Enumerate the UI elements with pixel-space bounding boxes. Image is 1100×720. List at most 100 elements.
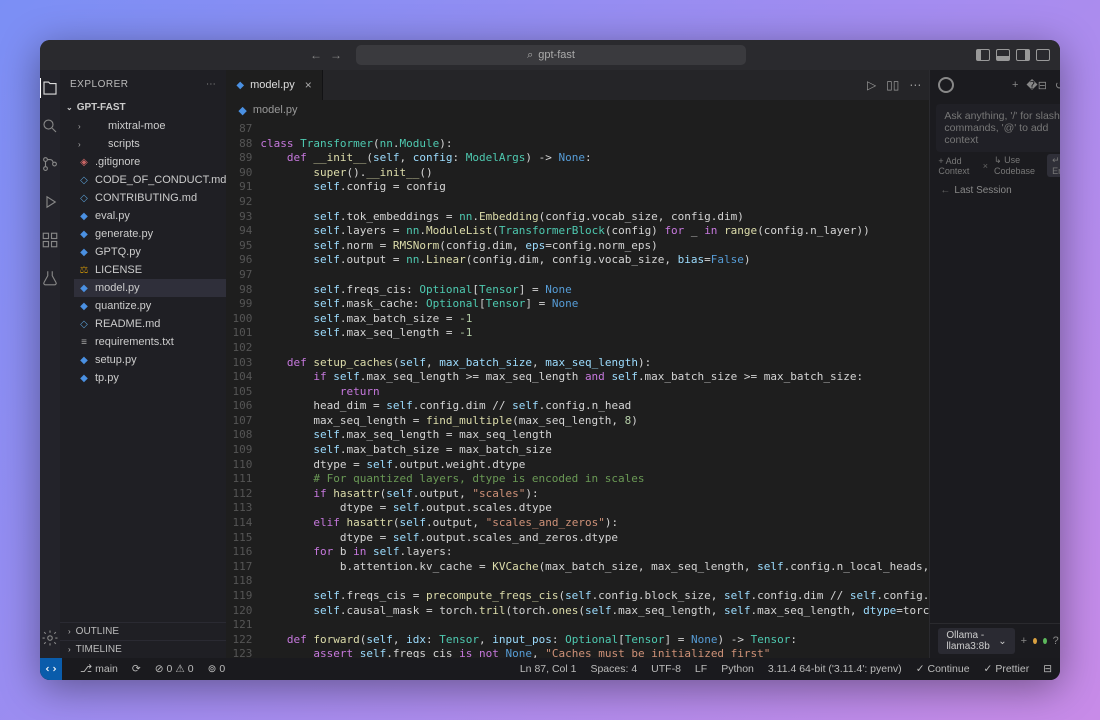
continue-status[interactable]: Continue [916,663,970,675]
file-item[interactable]: ◇CODE_OF_CONDUCT.md [74,171,226,189]
toggle-sidebar-icon[interactable] [976,49,990,61]
item-label: generate.py [95,228,153,240]
toggle-panel-icon[interactable] [996,49,1010,61]
enter-hint: ↵ Enter [1047,154,1060,177]
notifications-icon[interactable]: ⊟ [1043,663,1052,675]
close-tab-icon[interactable]: × [305,78,312,92]
explorer-sidebar: EXPLORER ⋯ ⌄ GPT-FAST ›mixtral-moe›scrip… [60,70,226,658]
more-actions-icon[interactable]: ⋯ [909,78,921,92]
item-label: eval.py [95,210,130,222]
eol[interactable]: LF [695,663,707,675]
status-bar: ⎇main ⟳ ⊘0 ⚠0 ⊚0 Ln 87, Col 1 Spaces: 4 … [40,658,1060,680]
explorer-icon[interactable] [40,78,59,98]
git-branch[interactable]: ⎇main [80,663,118,675]
run-icon[interactable]: ▷ [867,78,876,92]
chat-input[interactable]: Ask anything, '/' for slash commands, '@… [936,104,1060,152]
close-hint-icon: × [983,161,988,171]
file-item[interactable]: ≡requirements.txt [74,333,226,351]
file-item[interactable]: ◆ GPTQ.py [74,243,226,261]
chevron-right-icon: › [78,140,86,149]
add-context-button[interactable]: + Add Context [938,156,976,176]
last-session-link[interactable]: ←Last Session [930,179,1060,202]
search-icon: ⌕ [527,49,533,62]
item-label: model.py [95,282,140,294]
file-icon: ◆ [78,373,90,384]
file-item[interactable]: ◇CONTRIBUTING.md [74,189,226,207]
cursor-position[interactable]: Ln 87, Col 1 [520,663,577,675]
activity-bar [40,70,60,658]
chevron-right-icon: › [78,122,86,131]
sidebar-section-timeline[interactable]: ›TIMELINE [60,640,226,658]
sidebar-section-outline[interactable]: ›OUTLINE [60,622,226,640]
settings-gear-icon[interactable] [40,628,60,648]
source-control-icon[interactable] [40,154,60,174]
use-codebase-button[interactable]: ↳ Use Codebase [994,155,1041,176]
file-tree: ›mixtral-moe›scripts ◈ .gitignore ◇CODE_OF_… [60,116,226,393]
file-icon: ◈ [78,157,90,168]
extensions-icon[interactable] [40,230,60,250]
file-item[interactable]: ◇README.md [74,315,226,333]
editor-area: ◆ model.py × ▷ ▯▯ ⋯ ◆ model.py 87 88 89 … [226,70,929,658]
python-file-icon: ◆ [236,80,244,91]
model-selector[interactable]: Ollama - llama3:8b ⌄ [938,628,1014,654]
item-label: requirements.txt [95,336,174,348]
new-chat-icon[interactable]: + [1012,79,1018,92]
chat-logo-icon [938,77,954,93]
file-item[interactable]: ◆quantize.py [74,297,226,315]
folder-item[interactable]: ›scripts [74,135,226,153]
encoding[interactable]: UTF-8 [651,663,681,675]
python-interpreter[interactable]: 3.11.4 64-bit ('3.11.4': pyenv) [768,663,902,675]
sync-button[interactable]: ⟳ [132,663,141,675]
item-label: CONTRIBUTING.md [95,192,197,204]
warning-icon: ⚠ [175,663,184,675]
breadcrumb[interactable]: ◆ model.py [226,100,929,120]
file-item[interactable]: ◆ tp.py [74,369,226,387]
tab-label: model.py [250,79,295,91]
file-icon: ◆ [78,301,90,312]
indentation[interactable]: Spaces: 4 [590,663,637,675]
chat-history-icon[interactable]: ↺ [1055,79,1060,92]
breadcrumb-label: model.py [253,104,298,116]
code-content[interactable]: class Transformer(nn.Module): def __init… [260,120,929,658]
chat-settings-icon[interactable]: �⊟ [1026,79,1047,92]
item-label: LICENSE [95,264,142,276]
ports-indicator[interactable]: ⊚0 [208,663,226,675]
search-activity-icon[interactable] [40,116,60,136]
file-icon: ◆ [78,355,90,366]
sidebar-root-folder[interactable]: ⌄ GPT-FAST [60,98,226,116]
file-item[interactable]: ◆model.py [74,279,226,297]
item-label: README.md [95,318,160,330]
problems-indicator[interactable]: ⊘0 ⚠0 [155,663,194,675]
file-item[interactable]: ⚖LICENSE [74,261,226,279]
file-item[interactable]: ◈ .gitignore [74,153,226,171]
add-model-icon[interactable]: + [1021,635,1027,647]
file-icon: ◆ [78,247,90,258]
branch-icon: ⎇ [80,663,92,675]
item-label: .gitignore [95,156,140,168]
folder-item[interactable]: ›mixtral-moe [74,117,226,135]
customize-layout-icon[interactable] [1036,49,1050,61]
toggle-secondary-sidebar-icon[interactable] [1016,49,1030,61]
remote-indicator[interactable] [40,658,62,680]
prettier-status[interactable]: Prettier [984,663,1030,675]
file-item[interactable]: ◆ eval.py [74,207,226,225]
help-icon[interactable]: ? [1053,635,1059,648]
language-mode[interactable]: Python [721,663,754,675]
file-item[interactable]: ◆setup.py [74,351,226,369]
titlebar: ← → ⌕ gpt-fast [40,40,1060,70]
nav-forward-icon[interactable]: → [330,48,342,62]
sidebar-more-icon[interactable]: ⋯ [206,79,217,90]
editor-tabs: ◆ model.py × ▷ ▯▯ ⋯ [226,70,929,100]
file-icon: ◆ [78,229,90,240]
command-search-input[interactable]: ⌕ gpt-fast [356,45,746,65]
nav-back-icon[interactable]: ← [310,48,322,62]
testing-icon[interactable] [40,268,60,288]
tab-model-py[interactable]: ◆ model.py × [226,70,322,100]
chat-placeholder: Ask anything, '/' for slash commands, '@… [944,110,1059,146]
file-item[interactable]: ◆ generate.py [74,225,226,243]
file-icon: ◆ [78,211,90,222]
item-label: GPTQ.py [95,246,141,258]
debug-icon[interactable] [40,192,60,212]
item-label: tp.py [95,372,119,384]
split-editor-icon[interactable]: ▯▯ [886,78,899,92]
